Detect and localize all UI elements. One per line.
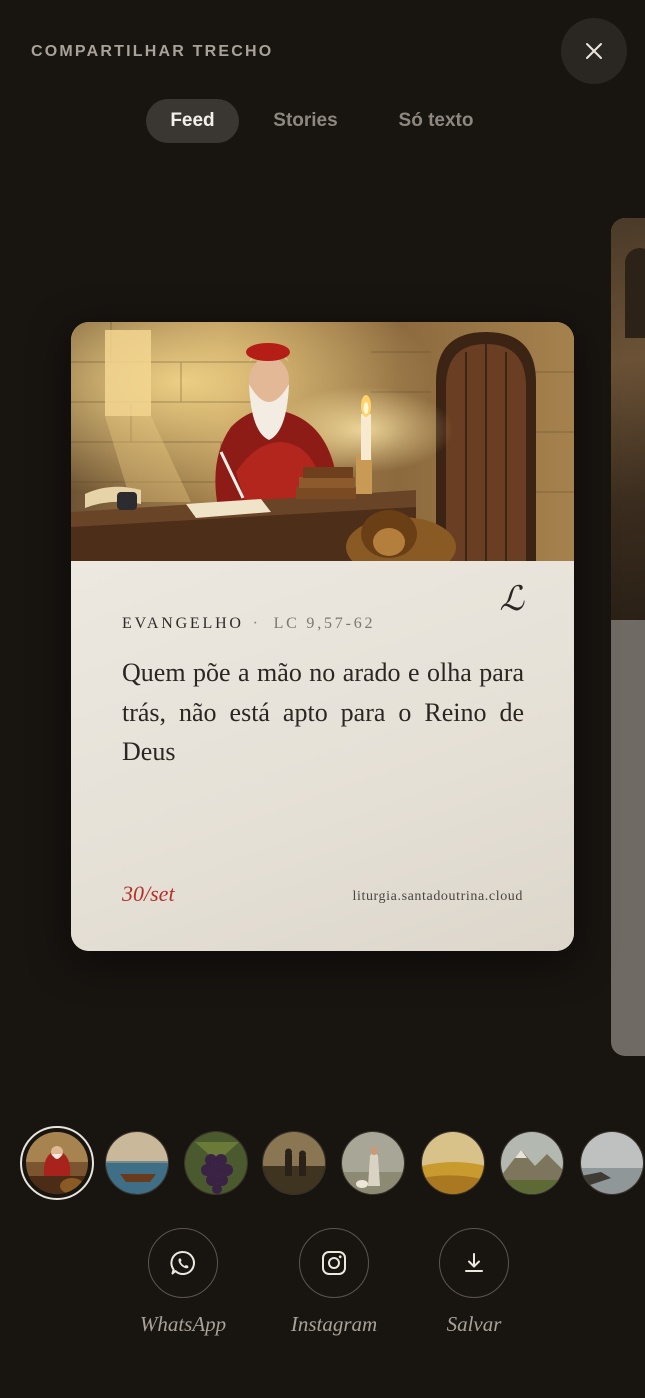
close-icon [586,43,602,59]
instagram-button[interactable]: Instagram [264,1228,404,1337]
tab-so-texto[interactable]: Só texto [383,99,489,143]
tab-stories[interactable]: Stories [262,99,349,143]
site-url: liturgia.santadoutrina.cloud [352,889,523,904]
share-actions: WhatsApp Instagram Salvar [0,1228,645,1348]
save-button-circle[interactable] [439,1228,509,1298]
next-card-image [611,218,645,620]
whatsapp-label: WhatsApp [139,1312,227,1336]
share-excerpt-screen: COMPARTILHAR TRECHO Feed Stories Só text… [0,0,645,1398]
whatsapp-button-circle[interactable] [148,1228,218,1298]
background-thumb-saint-writing[interactable] [20,1126,94,1200]
background-thumb-boat-lake[interactable] [105,1131,169,1195]
instagram-label: Instagram [290,1312,378,1336]
instagram-button-circle[interactable] [299,1228,369,1298]
background-thumb-sea-shore[interactable] [580,1131,644,1195]
background-thumb-mountains[interactable] [500,1131,564,1195]
reading-book: EVANGELHO [122,615,244,632]
card-text-area: ℒ EVANGELHO · LC 9,57-62 Quem põe a mão … [71,561,574,951]
background-picker [0,1126,645,1200]
quote-text: Quem põe a mão no arado e olha para trás… [122,658,524,766]
format-tabs: Feed Stories Só texto [0,99,645,143]
background-thumb-shepherd[interactable] [341,1131,405,1195]
next-card-preview[interactable] [611,218,645,1056]
save-button[interactable]: Salvar [404,1228,544,1337]
reading-reference: EVANGELHO · LC 9,57-62 [122,615,375,633]
background-thumb-grapes[interactable] [184,1131,248,1195]
page-title: COMPARTILHAR TRECHO [31,43,274,60]
whatsapp-button[interactable]: WhatsApp [113,1228,253,1337]
reference-separator: · [252,615,261,632]
brand-logo: ℒ [499,579,525,619]
close-button[interactable] [561,18,627,84]
instagram-icon [322,1251,346,1275]
tab-feed[interactable]: Feed [146,99,239,143]
share-card-preview: ℒ EVANGELHO · LC 9,57-62 Quem põe a mão … [71,322,574,951]
background-thumb-golden-field[interactable] [421,1131,485,1195]
background-thumb-field-prayer[interactable] [262,1131,326,1195]
save-label: Salvar [446,1312,502,1336]
download-icon [465,1253,483,1272]
whatsapp-icon [170,1251,195,1275]
liturgy-date: 30/set [122,881,175,906]
reading-citation: LC 9,57-62 [273,615,376,632]
card-illustration [71,322,574,561]
